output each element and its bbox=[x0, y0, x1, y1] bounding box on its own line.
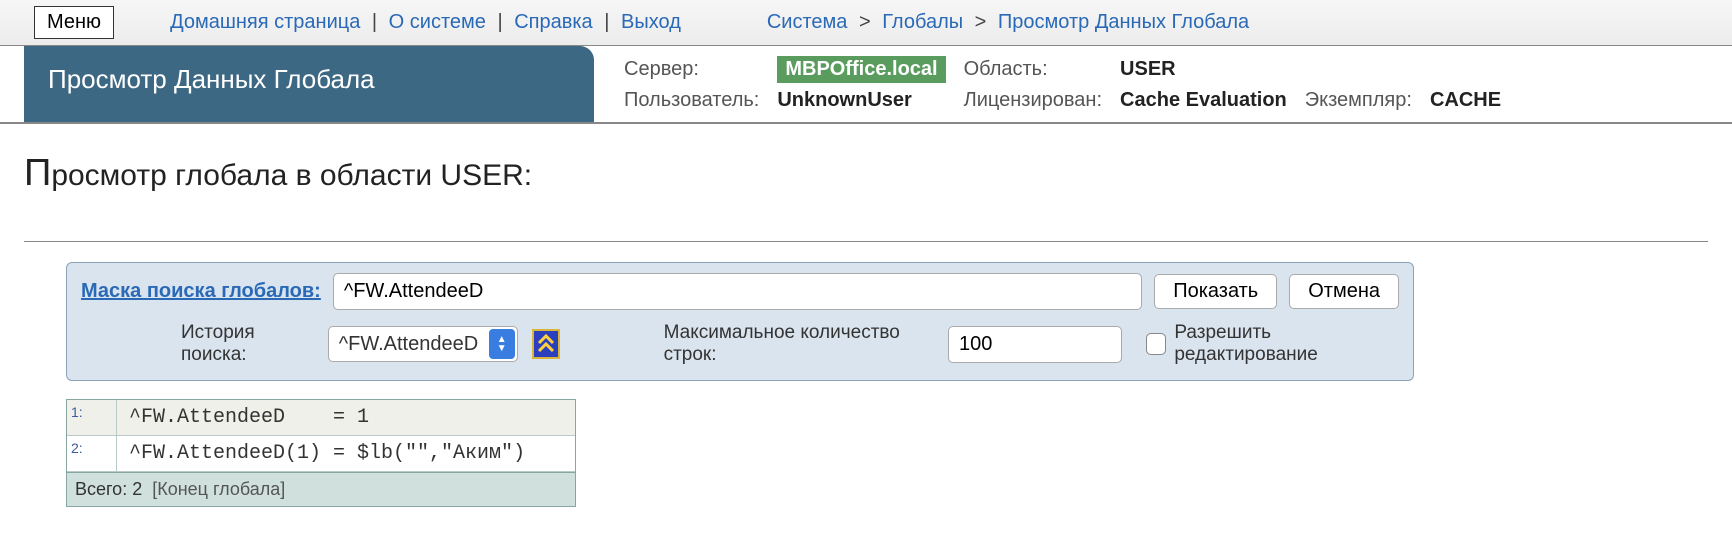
nav-logout[interactable]: Выход bbox=[621, 11, 681, 33]
row-value: ^FW.AttendeeD = 1 bbox=[117, 400, 575, 435]
results-table: 1: ^FW.AttendeeD = 1 2: ^FW.AttendeeD(1)… bbox=[66, 399, 576, 507]
menu-button[interactable]: Меню bbox=[34, 6, 114, 39]
namespace-value: USER bbox=[1120, 58, 1287, 81]
show-button[interactable]: Показать bbox=[1154, 274, 1277, 309]
nav-about[interactable]: О системе bbox=[389, 11, 486, 33]
search-mask-link[interactable]: Маска поиска глобалов: bbox=[81, 280, 321, 303]
main-heading: Просмотр глобала в области USER: bbox=[0, 124, 1732, 205]
namespace-label: Область: bbox=[964, 58, 1102, 81]
total-count: Всего: 2 bbox=[75, 479, 142, 499]
table-row: 2: ^FW.AttendeeD(1) = $lb("","Аким") bbox=[67, 436, 575, 472]
end-of-global: [Конец глобала] bbox=[152, 479, 285, 499]
user-value: UnknownUser bbox=[777, 89, 945, 112]
results-footer: Всего: 2 [Конец глобала] bbox=[67, 472, 575, 506]
separator bbox=[24, 241, 1708, 242]
license-label: Лицензирован: bbox=[964, 89, 1102, 112]
search-mask-input[interactable] bbox=[333, 273, 1142, 310]
history-selected-value: ^FW.AttendeeD bbox=[339, 333, 487, 356]
breadcrumb-system[interactable]: Система bbox=[767, 11, 848, 33]
server-info: Сервер: MBPOffice.local Область: USER По… bbox=[594, 46, 1501, 122]
server-value: MBPOffice.local bbox=[777, 56, 945, 83]
table-row: 1: ^FW.AttendeeD = 1 bbox=[67, 400, 575, 436]
user-label: Пользователь: bbox=[624, 89, 759, 112]
double-chevron-up-icon bbox=[537, 334, 555, 354]
select-arrows-icon: ▲▼ bbox=[489, 329, 515, 359]
server-label: Сервер: bbox=[624, 58, 759, 81]
nav-separator: | bbox=[372, 11, 377, 33]
nav-separator: | bbox=[604, 11, 609, 33]
row-value: ^FW.AttendeeD(1) = $lb("","Аким") bbox=[117, 436, 575, 471]
allow-edit-label: Разрешить редактирование bbox=[1174, 322, 1399, 366]
nav-home[interactable]: Домашняя страница bbox=[170, 11, 360, 33]
instance-value: CACHE bbox=[1430, 89, 1501, 112]
allow-edit-checkbox[interactable] bbox=[1146, 333, 1166, 355]
row-number: 1: bbox=[67, 400, 117, 435]
instance-label: Экземпляр: bbox=[1305, 89, 1412, 112]
page-title: Просмотр Данных Глобала bbox=[24, 46, 594, 122]
license-value: Cache Evaluation bbox=[1120, 89, 1287, 112]
maxrows-input[interactable] bbox=[948, 326, 1122, 363]
breadcrumb-globals[interactable]: Глобалы bbox=[882, 11, 963, 33]
move-up-button[interactable] bbox=[532, 329, 560, 359]
row-number: 2: bbox=[67, 436, 117, 471]
nav-separator: | bbox=[497, 11, 502, 33]
cancel-button[interactable]: Отмена bbox=[1289, 274, 1399, 309]
history-label: История поиска: bbox=[181, 322, 314, 366]
nav-help[interactable]: Справка bbox=[514, 11, 592, 33]
history-select[interactable]: ^FW.AttendeeD ▲▼ bbox=[328, 326, 518, 362]
search-panel: Маска поиска глобалов: Показать Отмена И… bbox=[66, 262, 1414, 381]
breadcrumb-view[interactable]: Просмотр Данных Глобала bbox=[998, 11, 1249, 33]
breadcrumb: Система > Глобалы > Просмотр Данных Глоб… bbox=[767, 11, 1249, 34]
maxrows-label: Максимальное количество строк: bbox=[664, 322, 934, 366]
